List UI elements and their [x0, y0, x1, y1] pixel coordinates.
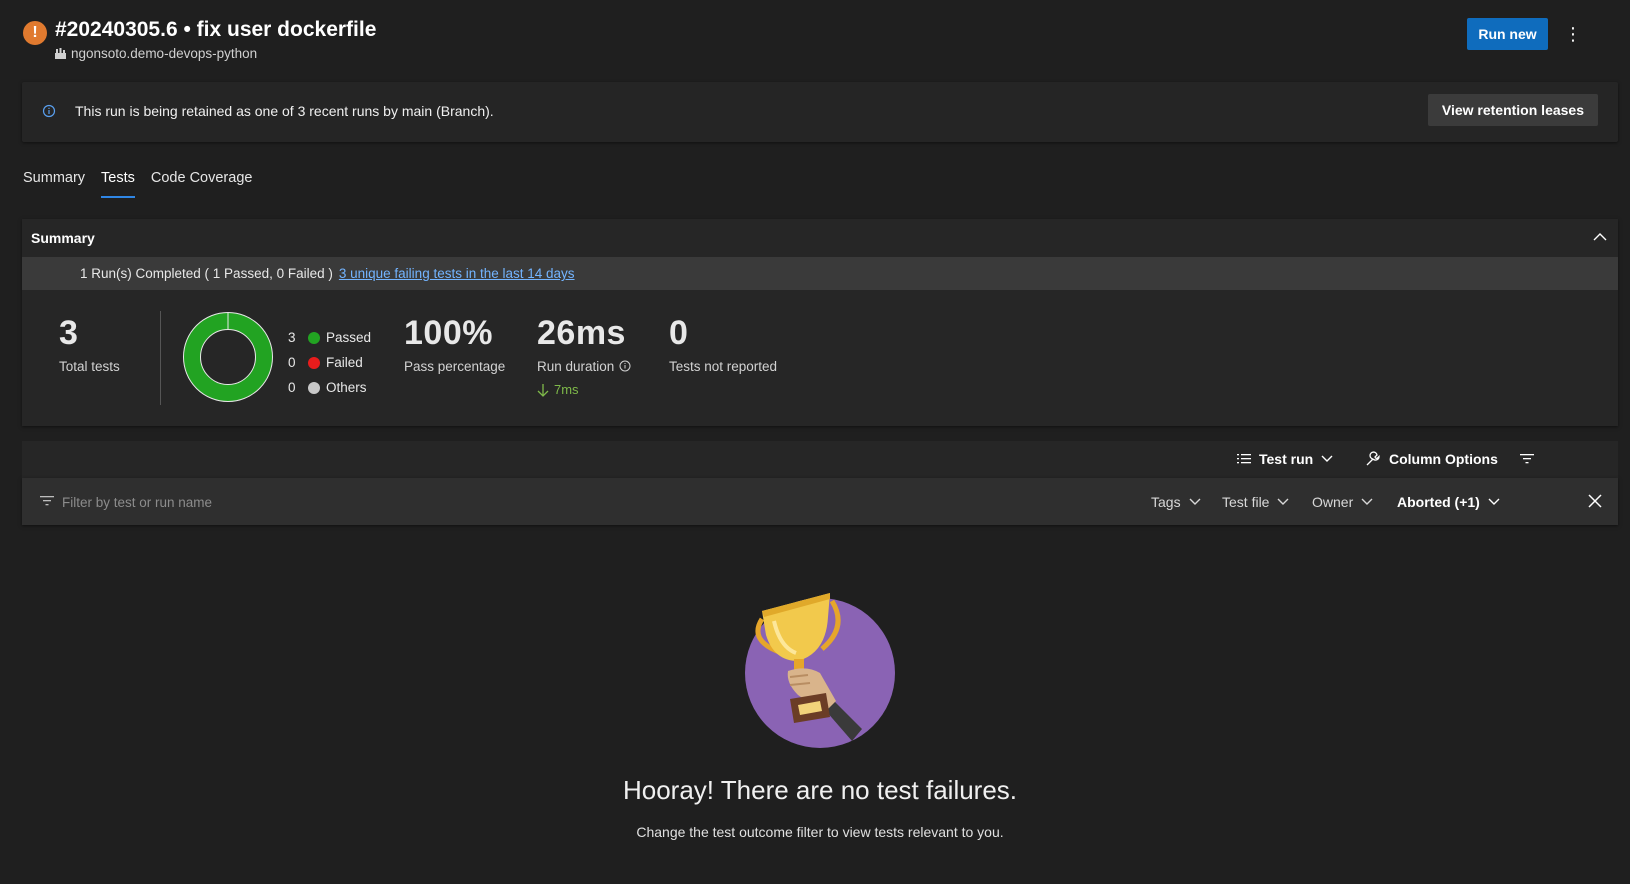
group-by-label: Test run	[1259, 451, 1314, 467]
results-toolbar: Test run Column Options	[22, 441, 1618, 478]
run-duration-label: Run duration	[537, 359, 615, 374]
view-retention-leases-button[interactable]: View retention leases	[1427, 94, 1598, 126]
repo-link[interactable]: ngonsoto.demo-devops-python	[55, 46, 257, 61]
repo-icon	[55, 48, 66, 59]
test-results-panel: Test run Column Options Tags	[22, 441, 1618, 884]
outcome-filter-dropdown[interactable]: Aborted (+1)	[1397, 494, 1500, 510]
chevron-down-icon	[1277, 498, 1289, 505]
run-duration-value: 26ms	[537, 314, 626, 352]
empty-state: Hooray! There are no test failures. Chan…	[22, 591, 1618, 840]
column-options-label: Column Options	[1389, 451, 1498, 467]
stat-divider	[160, 311, 161, 405]
run-duration-stat: 26ms Run duration 7ms	[537, 313, 631, 397]
not-reported-label: Tests not reported	[669, 359, 778, 374]
total-tests-stat: 3 Total tests	[59, 313, 120, 374]
legend-others: 0 Others	[288, 375, 371, 400]
summary-panel: Summary 1 Run(s) Completed ( 1 Passed, 0…	[22, 219, 1618, 426]
total-tests-label: Total tests	[59, 359, 120, 374]
owner-filter-label: Owner	[1312, 494, 1354, 510]
run-duration-label-row: Run duration	[537, 359, 631, 374]
duration-delta-value: 7ms	[554, 382, 579, 397]
chevron-down-icon	[1189, 498, 1201, 505]
tab-tests[interactable]: Tests	[101, 170, 135, 198]
legend-failed: 0 Failed	[288, 350, 371, 375]
chevron-down-icon	[1488, 498, 1500, 505]
repo-name: ngonsoto.demo-devops-python	[71, 46, 258, 61]
close-icon[interactable]	[1588, 494, 1602, 508]
passed-dot-icon	[308, 331, 320, 344]
failed-label: Failed	[326, 355, 363, 370]
more-icon[interactable]: ⋮	[1560, 18, 1586, 50]
failed-count: 0	[288, 355, 296, 370]
not-reported-stat: 0 Tests not reported	[669, 313, 777, 374]
duration-delta: 7ms	[537, 382, 631, 397]
pass-percentage-label: Pass percentage	[404, 359, 506, 374]
run-new-button[interactable]: Run new	[1467, 18, 1548, 50]
list-icon	[1237, 454, 1251, 464]
others-count: 0	[288, 380, 296, 395]
arrow-down-icon	[537, 383, 549, 397]
failing-tests-link[interactable]: 3 unique failing tests in the last 14 da…	[339, 266, 575, 281]
run-header: ! #20240305.6 • fix user dockerfile ngon…	[22, 18, 1608, 66]
banner-message: This run is being retained as one of 3 r…	[75, 103, 494, 119]
filter-bar: Tags Test file Owner Aborted (+1)	[22, 478, 1618, 525]
summary-title: Summary	[31, 230, 95, 246]
chevron-down-icon	[1361, 498, 1373, 505]
info-icon	[42, 104, 56, 118]
empty-state-title: Hooray! There are no test failures.	[622, 775, 1018, 805]
outcome-legend: 3 Passed 0 Failed 0 Others	[288, 325, 371, 400]
info-icon[interactable]	[619, 360, 631, 372]
retention-banner: This run is being retained as one of 3 r…	[22, 82, 1618, 142]
chevron-down-icon	[1321, 455, 1333, 462]
runs-completed-text: 1 Run(s) Completed ( 1 Passed, 0 Failed …	[80, 266, 575, 281]
test-file-filter-dropdown[interactable]: Test file	[1222, 494, 1289, 510]
page-title: #20240305.6 • fix user dockerfile	[55, 18, 377, 41]
filter-icon[interactable]	[1520, 453, 1534, 465]
column-options-button[interactable]: Column Options	[1365, 451, 1498, 467]
passed-label: Passed	[326, 330, 372, 345]
chevron-up-icon[interactable]	[1592, 229, 1608, 245]
tags-filter-dropdown[interactable]: Tags	[1151, 494, 1201, 510]
group-by-dropdown[interactable]: Test run	[1237, 451, 1333, 467]
test-file-filter-label: Test file	[1222, 494, 1270, 510]
runs-summary-bar: 1 Run(s) Completed ( 1 Passed, 0 Failed …	[22, 257, 1618, 290]
not-reported-value: 0	[669, 314, 689, 352]
trophy-illustration	[745, 593, 895, 748]
pass-percentage-stat: 100% Pass percentage	[404, 313, 505, 374]
outcome-filter-label: Aborted (+1)	[1397, 494, 1480, 510]
tab-code-coverage[interactable]: Code Coverage	[151, 170, 253, 198]
tab-summary[interactable]: Summary	[23, 170, 85, 198]
others-dot-icon	[308, 381, 320, 394]
pass-percentage-value: 100%	[404, 314, 493, 352]
others-label: Others	[326, 380, 367, 395]
filter-input[interactable]	[62, 490, 462, 514]
page: ! #20240305.6 • fix user dockerfile ngon…	[0, 0, 1630, 884]
failed-dot-icon	[308, 356, 320, 369]
filter-icon	[40, 496, 54, 506]
empty-state-subtitle: Change the test outcome filter to view t…	[636, 824, 1004, 840]
tags-filter-label: Tags	[1151, 494, 1181, 510]
warning-icon: !	[23, 21, 47, 45]
passed-count: 3	[288, 330, 296, 345]
tab-bar: Summary Tests Code Coverage	[23, 170, 268, 198]
summary-header[interactable]: Summary	[22, 219, 1618, 257]
total-tests-value: 3	[59, 314, 79, 352]
runs-completed-label: 1 Run(s) Completed ( 1 Passed, 0 Failed …	[80, 266, 333, 281]
owner-filter-dropdown[interactable]: Owner	[1312, 494, 1373, 510]
wrench-icon	[1366, 451, 1380, 466]
legend-passed: 3 Passed	[288, 325, 371, 350]
outcome-donut-chart	[183, 312, 273, 402]
